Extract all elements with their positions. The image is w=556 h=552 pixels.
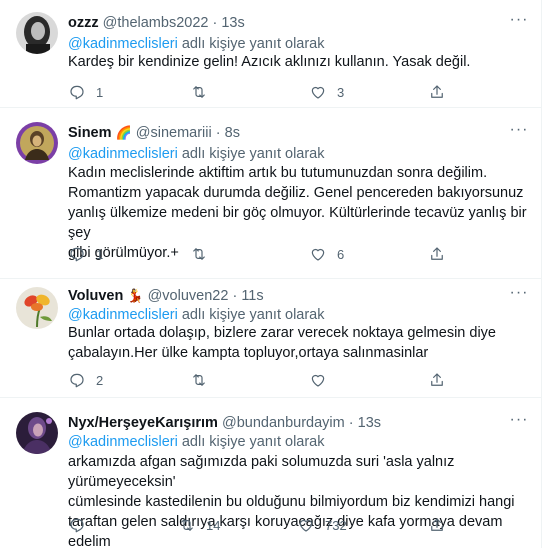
timestamp[interactable]: 8s (225, 125, 240, 141)
avatar[interactable] (16, 412, 58, 454)
separator: · (232, 288, 238, 304)
timeline: ozzz @thelambs2022 · 13s ··· @kadinmecli… (0, 0, 542, 550)
mention-link[interactable]: @kadinmeclisleri (68, 146, 178, 162)
heart-icon (311, 374, 325, 387)
avatar[interactable] (16, 122, 58, 164)
share-icon (431, 247, 443, 260)
reply-context-text: adlı kişiye yanıt olarak (181, 434, 325, 450)
reply-icon (70, 247, 84, 262)
tweet-actions: 2 (68, 370, 468, 390)
reply-button[interactable]: 2 (68, 370, 103, 390)
separator: · (212, 15, 218, 31)
reply-context: @kadinmeclisleri adlı kişiye yanıt olara… (68, 145, 325, 163)
heart-icon (311, 248, 325, 261)
more-icon[interactable]: ··· (509, 122, 529, 142)
share-icon (431, 85, 443, 98)
retweet-button[interactable] (190, 370, 218, 390)
more-icon[interactable]: ··· (509, 412, 529, 432)
tweet-header: ozzz @thelambs2022 · 13s (68, 14, 245, 32)
avatar[interactable] (16, 12, 58, 54)
reply-count: 1 (96, 246, 104, 262)
avatar[interactable] (16, 287, 58, 329)
retweet-icon (193, 248, 205, 260)
separator: · (348, 415, 354, 431)
mention-link[interactable]: @kadinmeclisleri (68, 36, 178, 52)
reply-context-text: adlı kişiye yanıt olarak (181, 36, 325, 52)
reply-context-text: adlı kişiye yanıt olarak (181, 307, 325, 323)
reply-button[interactable] (68, 515, 96, 535)
display-name[interactable]: Nyx/HerşeyeKarışırım (68, 415, 218, 431)
mention-link[interactable]: @kadinmeclisleri (68, 307, 178, 323)
heart-icon (299, 519, 313, 532)
retweet-button[interactable] (190, 244, 218, 264)
reply-context: @kadinmeclisleri adlı kişiye yanıt olara… (68, 35, 325, 53)
retweet-count: 14 (206, 517, 221, 533)
reply-count: 1 (96, 84, 104, 100)
like-button[interactable]: 3 (309, 82, 344, 102)
retweet-icon (193, 86, 205, 98)
reply-count: 2 (96, 372, 104, 388)
share-button[interactable] (428, 515, 446, 535)
reply-button[interactable]: 1 (68, 244, 103, 264)
share-icon (431, 373, 443, 386)
retweet-icon (193, 374, 205, 386)
reply-context: @kadinmeclisleri adlı kişiye yanıt olara… (68, 433, 325, 451)
tweet-header: Voluven 💃 @voluven22 · 11s (68, 287, 264, 305)
reply-icon (70, 518, 84, 533)
user-handle[interactable]: @voluven22 (148, 288, 229, 304)
tweet-text: Kardeş bir kendinize gelin! Azıcık aklın… (68, 54, 471, 70)
like-button[interactable]: 732 (297, 515, 347, 535)
heart-icon (311, 86, 325, 99)
mention-link[interactable]: @kadinmeclisleri (68, 434, 178, 450)
reply-icon (70, 85, 84, 100)
like-count: 3 (337, 84, 345, 100)
tweet[interactable]: Nyx/HerşeyeKarışırım @bundanburdayim · 1… (0, 398, 541, 550)
tweet[interactable]: Sinem 🌈 @sinemariii · 8s ··· @kadinmecli… (0, 108, 541, 279)
tweet[interactable]: ozzz @thelambs2022 · 13s ··· @kadinmecli… (0, 0, 541, 108)
tweet-actions: 1 6 (68, 244, 468, 264)
share-button[interactable] (428, 244, 446, 264)
share-button[interactable] (428, 82, 446, 102)
tweet-header: Sinem 🌈 @sinemariii · 8s (68, 124, 240, 142)
display-name[interactable]: Voluven (68, 288, 123, 304)
tweet-text: Bunlar ortada dolaşıp, bizlere zarar ver… (68, 325, 496, 361)
separator: · (215, 125, 221, 141)
display-name[interactable]: ozzz (68, 15, 99, 31)
retweet-button[interactable] (190, 82, 218, 102)
share-button[interactable] (428, 370, 446, 390)
tweet[interactable]: Voluven 💃 @voluven22 · 11s ··· @kadinmec… (0, 279, 541, 398)
retweet-button[interactable]: 14 (178, 515, 220, 535)
more-icon[interactable]: ··· (509, 285, 529, 305)
reply-context: @kadinmeclisleri adlı kişiye yanıt olara… (68, 306, 325, 324)
user-handle[interactable]: @bundanburdayim (222, 415, 345, 431)
like-button[interactable] (309, 370, 337, 390)
tweet-actions: 14 732 (68, 515, 468, 535)
more-icon[interactable]: ··· (509, 12, 529, 32)
timestamp[interactable]: 13s (358, 415, 381, 431)
timestamp[interactable]: 13s (221, 15, 244, 31)
tweet-actions: 1 3 (68, 82, 468, 102)
tweet-text: arkamızda afgan sağımızda paki solumuzda… (68, 454, 515, 550)
tweet-header: Nyx/HerşeyeKarışırım @bundanburdayim · 1… (68, 414, 381, 432)
timestamp[interactable]: 11s (241, 288, 263, 304)
like-count: 6 (337, 246, 345, 262)
user-handle[interactable]: @sinemariii (136, 125, 212, 141)
like-count: 732 (325, 517, 347, 533)
user-handle[interactable]: @thelambs2022 (103, 15, 209, 31)
share-icon (431, 518, 443, 531)
name-emoji: 💃 (127, 288, 144, 303)
reply-button[interactable]: 1 (68, 82, 103, 102)
reply-icon (70, 373, 84, 388)
name-emoji: 🌈 (115, 125, 132, 140)
display-name[interactable]: Sinem (68, 125, 112, 141)
retweet-icon (181, 519, 193, 531)
like-button[interactable]: 6 (309, 244, 344, 264)
reply-context-text: adlı kişiye yanıt olarak (181, 146, 325, 162)
